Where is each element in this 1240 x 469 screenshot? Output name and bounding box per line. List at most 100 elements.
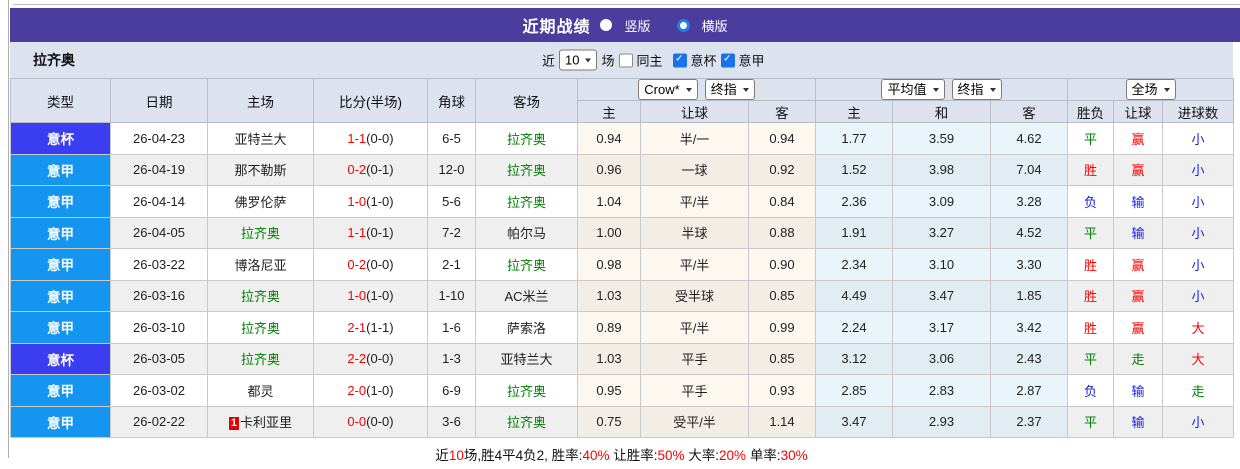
scope-select[interactable]: 全场 [1125,79,1176,100]
asian-handicap-cell: 半/一 [640,122,749,155]
unit-label: 场 [601,53,615,69]
score-cell: 2-2(0-0) [313,342,428,375]
corners-header: 角球 [427,78,476,123]
home-team-cell: 1 卡利亚里 [207,405,314,438]
euro-draw-odds-cell: 3.98 [892,153,991,186]
asian-away-odds-cell: 0.92 [748,153,816,186]
euro-away-odds-cell: 1.85 [990,279,1068,312]
date-header: 日期 [110,78,208,123]
goals-result-cell: 小 [1161,122,1235,155]
asian-away-odds-cell: 0.88 [748,216,816,249]
euro-home-odds-cell: 1.91 [815,216,893,249]
corners-cell: 6-5 [427,122,476,155]
result-cell: 胜 [1067,153,1114,186]
summary-part: 近 [435,447,449,463]
near-label: 近 [542,53,556,69]
match-count-select[interactable]: 10 [559,49,598,71]
corners-cell: 2-1 [427,248,476,281]
score-cell: 0-2(0-1) [313,153,428,186]
goals-result-cell: 小 [1161,248,1235,281]
euro-home-subheader: 主 [815,100,893,123]
recent-results-panel: 近期战绩 竖版 横版 拉齐奥 近 10 场 同主 意杯 意甲 [10,8,1240,469]
away-team-cell: 拉齐奥 [475,153,578,186]
asian-away-odds-cell: 0.93 [748,374,816,407]
goals-result-cell: 小 [1161,405,1235,438]
home-team-cell: 博洛尼亚 [207,248,314,281]
vertical-layout-radio[interactable] [600,19,613,31]
euro-draw-odds-cell: 3.47 [892,279,991,312]
corners-cell: 6-9 [427,374,476,407]
home-team-cell: 拉齐奥 [207,279,314,312]
same-home-label: 同主 [636,53,663,69]
asian-home-subheader: 主 [577,100,641,123]
home-team-cell: 那不勒斯 [207,153,314,186]
euro-home-odds-cell: 2.36 [815,185,893,218]
type-cell: 意甲 [10,248,111,281]
chevron-down-icon [932,87,939,92]
asian-kind-select[interactable]: 终指 [704,79,755,100]
type-header: 类型 [10,78,111,123]
league-filter-checkbox[interactable] [720,53,735,67]
team-name: 拉齐奥 [33,52,75,68]
horizontal-layout-label: 横版 [701,18,728,34]
summary-part: 场,胜4平4负2, 胜率: [463,447,583,463]
euro-away-odds-cell: 4.62 [990,122,1068,155]
table-row: 意甲 26-02-22 1 卡利亚里 0-0(0-0) 3-6 拉齐奥 0.75 受平/半 1.1… [10,405,1235,438]
league-filter-label: 意甲 [738,53,765,69]
type-cell: 意甲 [10,153,111,186]
type-cell: 意甲 [10,185,111,218]
asian-away-odds-cell: 0.94 [748,122,816,155]
summary-part: 10 [448,447,464,463]
chevron-down-icon [585,58,592,62]
corners-cell: 1-6 [427,311,476,344]
summary-part: 30% [780,447,808,463]
table-row: 意甲 26-03-22 博洛尼亚 0-2(0-0) 2-1 拉齐奥 0.98 平/半 0.90 2… [10,248,1235,281]
euro-home-odds-cell: 2.24 [815,311,893,344]
euro-home-odds-cell: 2.85 [815,374,893,407]
type-cell: 意杯 [10,122,111,155]
score-cell: 0-2(0-0) [313,248,428,281]
results-tbody: 意杯 26-04-23 亚特兰大 1-1(0-0) 6-5 拉齐奥 0.94 半/一 0.94 1… [10,122,1235,438]
euro-home-odds-cell: 1.52 [815,153,893,186]
euro-home-odds-cell: 3.47 [815,405,893,438]
away-team-cell: AC米兰 [475,279,578,312]
asian-odds-group-header: Crow* 终指 [577,78,816,101]
away-team-cell: 拉齐奥 [475,122,578,155]
asian-away-odds-cell: 0.90 [748,248,816,281]
type-cell: 意甲 [10,405,111,438]
asian-home-odds-cell: 0.95 [577,374,641,407]
goals-result-cell: 小 [1161,279,1235,312]
result-cell: 平 [1067,342,1114,375]
euro-company-select[interactable]: 平均值 [881,79,945,100]
chevron-down-icon [1163,87,1170,92]
euro-draw-subheader: 和 [892,100,991,123]
asian-handicap-cell: 半球 [640,216,749,249]
corners-cell: 5-6 [427,185,476,218]
away-team-cell: 亚特兰大 [475,342,578,375]
asian-away-odds-cell: 1.14 [748,405,816,438]
summary-part: 让胜率: [609,447,658,463]
euro-draw-odds-cell: 3.17 [892,311,991,344]
euro-home-odds-cell: 1.77 [815,122,893,155]
home-team-cell: 都灵 [207,374,314,407]
same-home-checkbox[interactable] [618,53,633,67]
asian-away-odds-cell: 0.85 [748,342,816,375]
horizontal-layout-radio[interactable] [676,18,690,32]
corners-cell: 12-0 [427,153,476,186]
table-row: 意甲 26-04-19 那不勒斯 0-2(0-1) 12-0 拉齐奥 0.96 一球 0.92 1… [10,153,1235,186]
asian-company-select[interactable]: Crow* [638,79,698,100]
asian-home-odds-cell: 1.03 [577,342,641,375]
date-cell: 26-02-22 [110,405,208,438]
euro-kind-select[interactable]: 终指 [951,79,1002,100]
type-cell: 意甲 [10,374,111,407]
euro-draw-odds-cell: 3.10 [892,248,991,281]
cup-filter-checkbox[interactable] [672,53,687,67]
result-cell: 平 [1067,405,1114,438]
chevron-down-icon [742,87,749,92]
away-team-cell: 拉齐奥 [475,248,578,281]
asian-handicap-cell: 平手 [640,374,749,407]
asian-handicap-cell: 平/半 [640,311,749,344]
asian-away-odds-cell: 0.85 [748,279,816,312]
euro-away-odds-cell: 2.37 [990,405,1068,438]
summary-part: 单率: [746,447,781,463]
